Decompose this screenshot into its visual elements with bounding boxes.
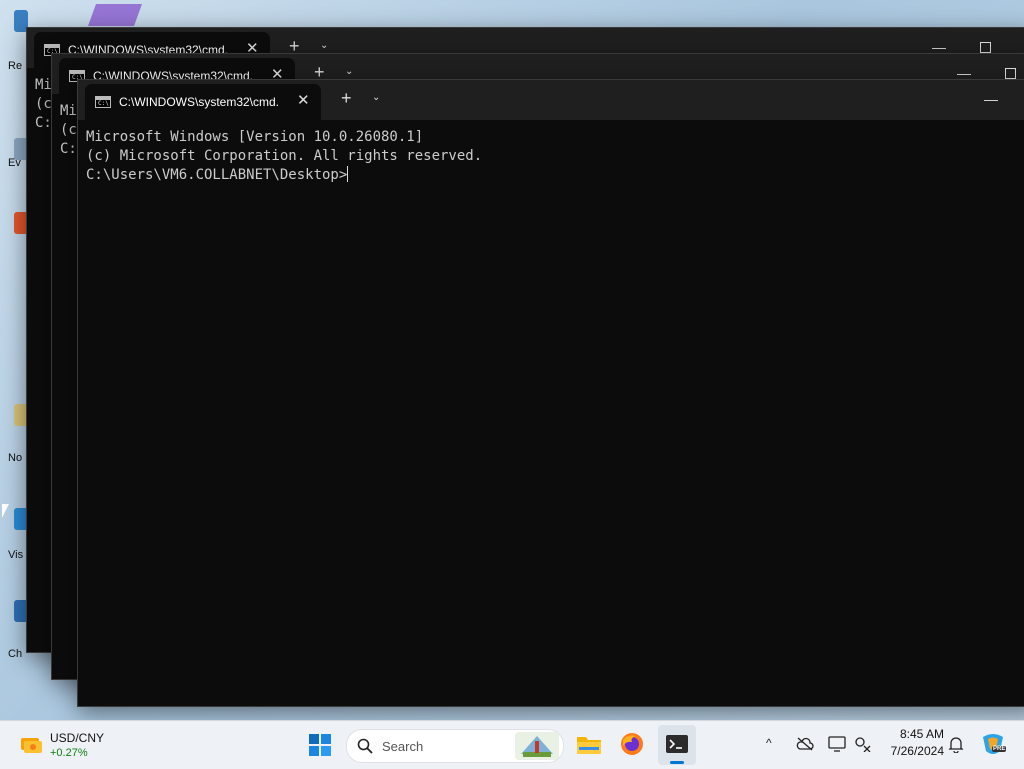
widget-currency-pair: USD/CNY <box>50 731 105 745</box>
search-icon <box>357 738 373 754</box>
desktop-icon-label: Vis <box>8 549 24 561</box>
console-prompt: C:\Users\VM6.COLLABNET\Desktop> <box>86 167 348 183</box>
copilot-button[interactable]: PRE <box>980 731 1007 757</box>
desktop-icon-label: Ev <box>8 157 21 169</box>
active-indicator <box>670 761 684 764</box>
tab-close-button[interactable]: ✕ <box>297 92 310 110</box>
console-output[interactable]: Microsoft Windows [Version 10.0.26080.1]… <box>86 128 482 185</box>
onedrive-offline-icon[interactable] <box>796 737 814 751</box>
cmd-icon: C:\ <box>95 96 111 108</box>
file-explorer-icon[interactable] <box>576 733 602 755</box>
console-line: C: <box>60 141 77 157</box>
mouse-cursor-icon <box>2 504 9 518</box>
console-line: Mi <box>35 77 52 93</box>
console-output[interactable]: Mi (c C: <box>60 102 77 159</box>
console-line: (c <box>60 122 77 138</box>
console-output[interactable]: Mi (c C: <box>35 76 52 133</box>
text-cursor <box>347 166 349 182</box>
start-button[interactable] <box>309 734 331 756</box>
clock-time: 8:45 AM <box>899 727 944 741</box>
terminal-icon <box>666 735 688 753</box>
copilot-icon <box>983 734 1003 754</box>
display-icon[interactable] <box>828 736 846 752</box>
notification-bell-icon[interactable] <box>948 735 964 753</box>
terminal-window-active[interactable]: C:\ C:\WINDOWS\system32\cmd. ✕ + ⌄ — Mic… <box>77 79 1024 707</box>
preview-badge: PRE <box>992 746 1007 752</box>
maximize-button[interactable] <box>1005 68 1016 79</box>
minimize-button[interactable]: — <box>984 90 998 108</box>
maximize-button[interactable] <box>980 42 991 53</box>
console-prompt-line[interactable]: C:\Users\VM6.COLLABNET\Desktop> <box>86 166 482 185</box>
console-line: Mi <box>60 103 77 119</box>
tab-title: C:\WINDOWS\system32\cmd. <box>119 95 280 109</box>
search-placeholder: Search <box>382 739 424 754</box>
clock[interactable]: 8:45 AM 7/26/2024 <box>880 727 944 758</box>
tab-dropdown-button[interactable]: ⌄ <box>345 64 353 80</box>
tab-dropdown-button[interactable]: ⌄ <box>372 90 380 106</box>
tab-dropdown-button[interactable]: ⌄ <box>320 38 328 54</box>
terminal-tab[interactable]: C:\ C:\WINDOWS\system32\cmd. ✕ <box>85 84 321 120</box>
chevron-up-icon[interactable]: ^ <box>766 736 772 750</box>
search-box[interactable]: Search <box>346 729 564 763</box>
network-icon[interactable] <box>854 736 872 752</box>
clock-date: 7/26/2024 <box>890 744 944 758</box>
desktop-icon-label: Ch <box>8 648 23 660</box>
terminal-taskbar-button[interactable] <box>658 725 696 765</box>
firefox-icon[interactable] <box>620 732 644 756</box>
titlebar[interactable]: C:\ C:\WINDOWS\system32\cmd. ✕ + ⌄ — <box>78 80 1024 120</box>
desktop-icon-label: No <box>8 452 23 464</box>
search-highlight-icon <box>515 732 559 760</box>
widgets-button[interactable]: USD/CNY +0.27% <box>14 725 124 765</box>
console-line: (c <box>35 96 52 112</box>
currency-icon <box>21 738 42 753</box>
console-line: (c) Microsoft Corporation. All rights re… <box>86 148 483 164</box>
console-line: C: <box>35 115 52 131</box>
widget-currency-change: +0.27% <box>50 747 88 759</box>
console-line: Microsoft Windows [Version 10.0.26080.1] <box>86 129 424 145</box>
new-tab-button[interactable]: + <box>341 88 352 108</box>
visual-studio-icon[interactable] <box>87 4 143 26</box>
desktop-icon-label: Re <box>8 60 23 72</box>
taskbar: USD/CNY +0.27% Search ^ 8:45 AM 7/26/202… <box>0 720 1024 769</box>
